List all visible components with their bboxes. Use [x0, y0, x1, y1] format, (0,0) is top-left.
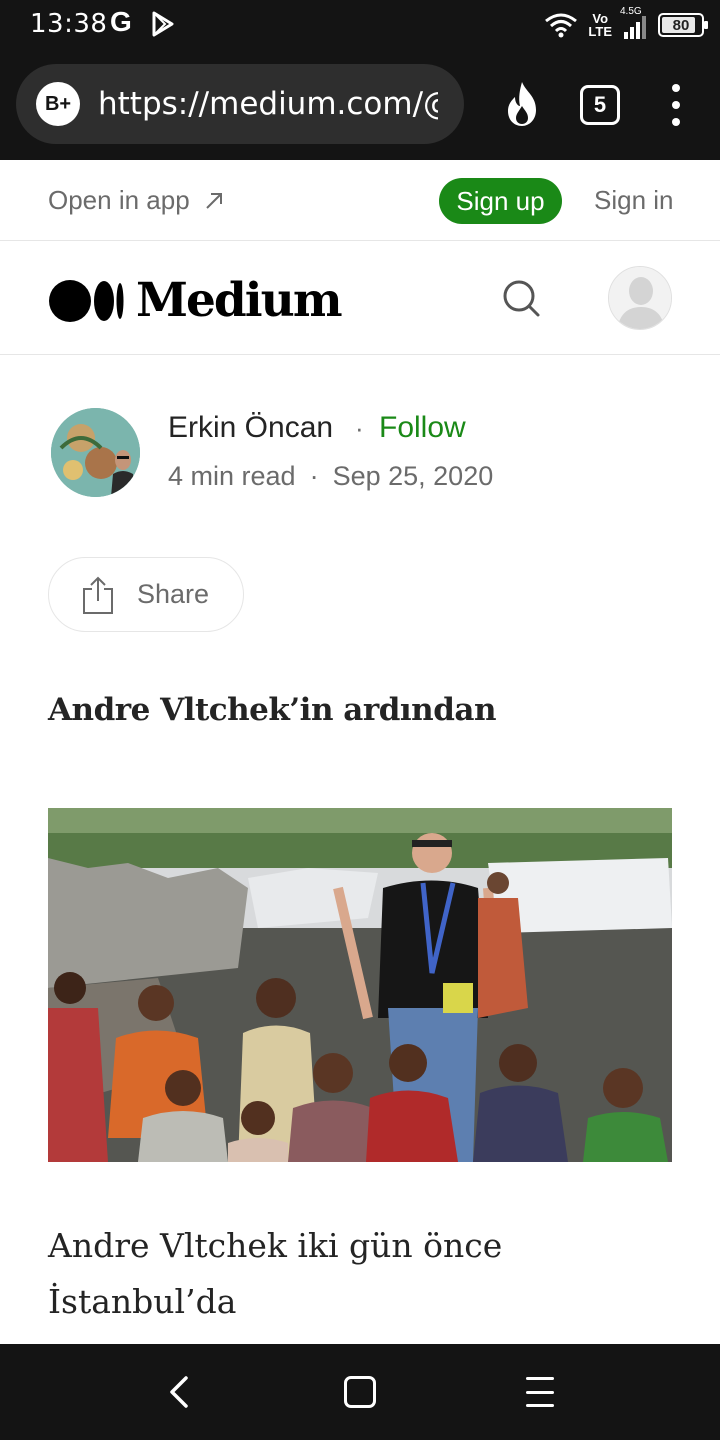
hero-photo [48, 808, 672, 1162]
author-avatar[interactable] [51, 408, 140, 497]
share-button[interactable]: Share [48, 557, 244, 632]
wifi-icon [545, 13, 578, 38]
tab-switcher-button[interactable]: 5 [580, 85, 620, 125]
read-time: 4 min read [168, 461, 296, 491]
medium-logo-icon [49, 279, 124, 322]
site-header: Medium [0, 241, 720, 355]
site-badge-icon[interactable]: B+ [36, 82, 80, 126]
separator-dot: · [355, 413, 364, 443]
address-bar[interactable]: B+ https://medium.com/@erkinoncan [16, 64, 464, 144]
share-icon [83, 576, 113, 614]
arrow-up-right-icon [205, 192, 222, 209]
user-avatar-button[interactable] [608, 266, 672, 330]
medium-wordmark: Medium [136, 273, 343, 328]
system-navigation-bar [0, 1344, 720, 1440]
url-text[interactable]: https://medium.com/@erkinoncan [98, 86, 438, 122]
follow-button[interactable]: Follow [379, 411, 466, 445]
status-indicators: Vo LTE 4.5G 80 [544, 6, 708, 44]
menu-dot [672, 101, 680, 109]
open-in-app-bar: Open in app Sign up Sign in [0, 160, 720, 241]
meta-separator: · [309, 461, 319, 491]
status-time: 13:38 [30, 9, 108, 39]
menu-dot [672, 118, 680, 126]
battery-icon: 80 [658, 13, 708, 37]
volte-bottom-label: LTE [588, 24, 612, 39]
play-store-icon [152, 11, 174, 37]
battery-level: 80 [672, 16, 690, 34]
article-meta: 4 min read · Sep 25, 2020 [168, 461, 493, 492]
open-in-app-label: Open in app [48, 185, 190, 215]
browser-toolbar: B+ https://medium.com/@erkinoncan 5 [0, 50, 720, 160]
status-bar: 13:38 G Vo LTE 4.5G 80 [0, 0, 720, 50]
default-avatar-icon [609, 267, 671, 329]
author-name[interactable]: Erkin Öncan [168, 411, 333, 445]
signal-icon: 4.5G [620, 6, 648, 40]
body-line: Andre Vltchek iki gün önce İstanbul’da [48, 1226, 503, 1321]
google-icon: G [110, 6, 132, 37]
back-icon[interactable] [164, 1374, 198, 1410]
publish-date: Sep 25, 2020 [332, 461, 494, 491]
fire-icon[interactable] [500, 80, 544, 128]
menu-dot [672, 84, 680, 92]
volte-indicator: Vo LTE [588, 12, 612, 38]
sign-in-link[interactable]: Sign in [594, 185, 674, 216]
recent-apps-icon[interactable] [526, 1377, 554, 1407]
article-hero-image [48, 808, 672, 1162]
article-title: Andre Vltchek’in ardından [48, 692, 497, 728]
share-label: Share [137, 579, 210, 609]
medium-logo[interactable]: Medium [48, 273, 343, 328]
browser-menu-button[interactable] [662, 84, 690, 126]
sign-up-button[interactable]: Sign up [439, 178, 562, 224]
home-icon[interactable] [344, 1376, 376, 1408]
open-in-app-link[interactable]: Open in app [48, 185, 224, 216]
author-photo [51, 408, 140, 497]
search-icon[interactable] [500, 277, 542, 319]
